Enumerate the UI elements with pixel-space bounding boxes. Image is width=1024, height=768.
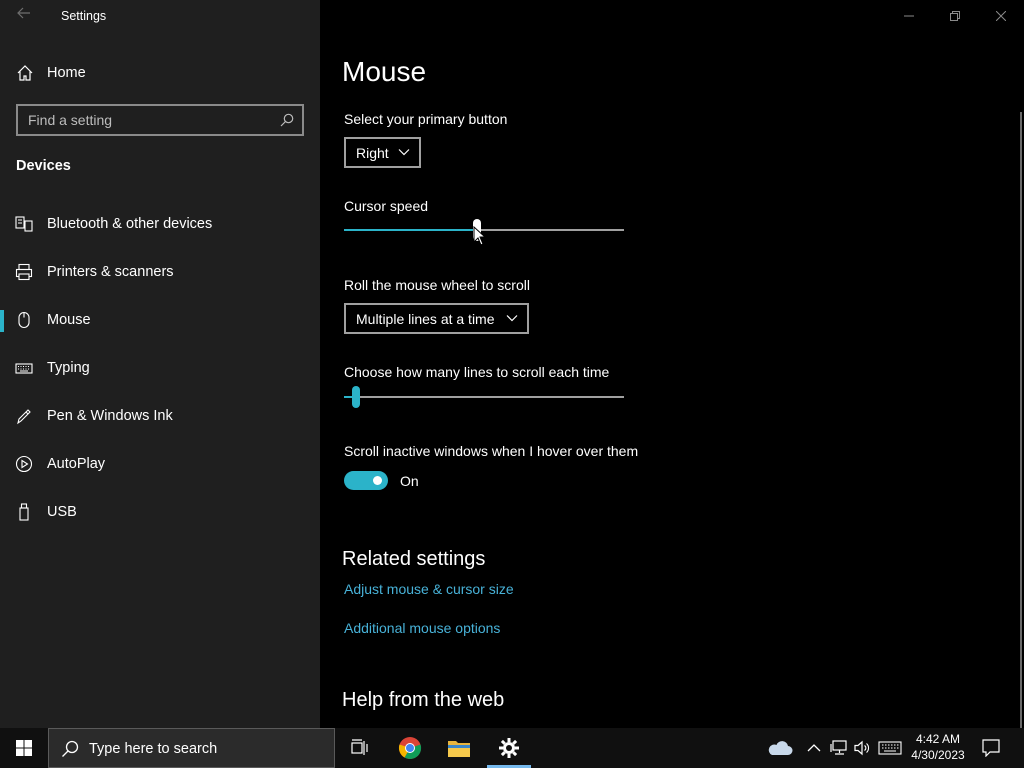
wheel-scroll-dropdown[interactable]: Multiple lines at a time [344,303,529,334]
sidebar-item-bluetooth[interactable]: Bluetooth & other devices [0,205,320,245]
taskbar: Type here to search 4:42 AM 4/30/2023 [0,728,1024,768]
home-icon [17,65,33,81]
file-explorer-icon [448,741,470,757]
sidebar: Settings Home Devices Bluetooth & other … [0,0,320,728]
sidebar-item-autoplay[interactable]: AutoPlay [0,445,320,485]
volume-icon[interactable] [853,740,871,756]
help-heading: Help from the web [342,689,505,711]
sidebar-item-label: USB [47,504,77,520]
adjust-cursor-size-link[interactable]: Adjust mouse & cursor size [344,581,514,597]
sidebar-item-typing[interactable]: Typing [0,349,320,389]
additional-mouse-options-link[interactable]: Additional mouse options [344,620,500,636]
chrome-taskbar-button[interactable] [386,728,434,768]
sidebar-item-mouse[interactable]: Mouse [0,301,320,341]
slider-fill [344,229,477,231]
bluetooth-devices-icon [15,216,33,232]
cursor-speed-label: Cursor speed [344,198,429,214]
sidebar-item-label: Typing [47,360,90,376]
sidebar-item-label: Bluetooth & other devices [47,216,213,232]
scroll-lines-label: Choose how many lines to scroll each tim… [344,364,610,380]
sidebar-item-label: AutoPlay [47,456,106,472]
slider-thumb[interactable] [352,386,360,408]
wheel-scroll-label: Roll the mouse wheel to scroll [344,277,530,293]
app-title: Settings [61,9,107,23]
task-view-button[interactable] [336,728,384,768]
search-icon [62,740,79,757]
find-setting-search[interactable] [16,104,304,136]
search-input[interactable] [18,106,302,134]
usb-icon [19,503,29,521]
back-arrow-icon [17,7,30,19]
primary-button-label: Select your primary button [344,111,508,127]
mouse-pointer-icon [473,226,485,246]
sidebar-item-label: Mouse [47,312,91,328]
sidebar-item-label: Pen & Windows Ink [47,408,173,424]
network-icon[interactable] [830,740,848,756]
scrollbar[interactable] [1020,112,1022,732]
autoplay-icon [15,455,33,473]
page-title: Mouse [342,56,427,87]
mouse-icon [18,311,30,329]
printer-icon [15,263,33,281]
sidebar-item-home[interactable]: Home [0,58,320,90]
search-icon[interactable] [280,113,294,127]
system-clock[interactable]: 4:42 AM 4/30/2023 [905,731,971,763]
clock-time: 4:42 AM [915,732,961,746]
task-view-icon [351,739,368,755]
back-button[interactable] [12,6,36,26]
related-settings-heading: Related settings [342,548,486,570]
windows-logo-icon [16,740,32,756]
chevron-down-icon [398,149,410,156]
sidebar-item-pen[interactable]: Pen & Windows Ink [0,397,320,437]
primary-button-dropdown[interactable]: Right [344,137,421,168]
pen-icon [17,409,31,425]
clock-date: 4/30/2023 [911,748,965,762]
main-content: Mouse Select your primary button Right C… [320,0,1024,732]
sidebar-item-printers[interactable]: Printers & scanners [0,253,320,293]
scroll-lines-slider[interactable] [344,385,624,409]
chevron-up-icon[interactable] [807,742,821,754]
taskbar-search-box[interactable]: Type here to search [48,728,335,768]
toggle-knob [373,476,382,485]
file-explorer-taskbar-button[interactable] [435,728,483,768]
sidebar-item-usb[interactable]: USB [0,493,320,533]
keyboard-icon[interactable] [878,740,902,756]
sidebar-item-label: Printers & scanners [47,264,174,280]
onedrive-cloud-icon[interactable] [765,739,793,757]
inactive-scroll-label: Scroll inactive windows when I hover ove… [344,443,639,459]
sidebar-item-label: Home [47,65,86,81]
inactive-scroll-toggle[interactable] [344,471,388,490]
dropdown-value: Multiple lines at a time [356,311,495,327]
chevron-down-icon [506,315,518,322]
toggle-state-label: On [400,473,419,489]
dropdown-value: Right [356,145,389,161]
title-bar: Settings [0,0,320,32]
notification-icon[interactable] [982,739,1000,757]
start-button[interactable] [0,728,48,768]
taskbar-search-placeholder: Type here to search [89,741,218,757]
slider-track [344,396,624,398]
settings-taskbar-button[interactable] [485,728,533,768]
chrome-icon [398,737,422,760]
settings-gear-icon [499,738,519,758]
section-heading-devices: Devices [16,158,71,174]
keyboard-icon [15,363,33,374]
